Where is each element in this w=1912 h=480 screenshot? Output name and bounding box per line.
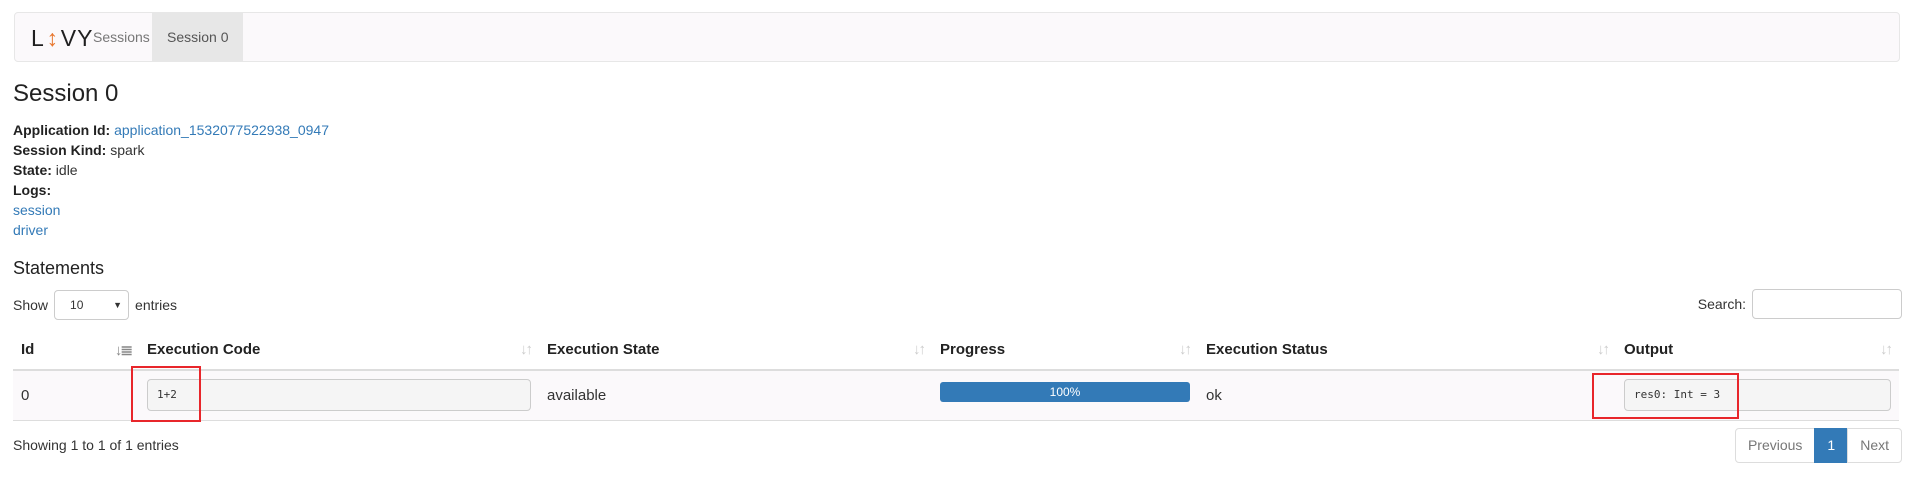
search-control: Search: bbox=[1698, 288, 1902, 320]
cell-id: 0 bbox=[13, 370, 139, 421]
log-link-driver[interactable]: driver bbox=[13, 222, 48, 238]
cell-execution-state: available bbox=[539, 370, 932, 421]
progress-bar: 100% bbox=[940, 382, 1190, 403]
search-input[interactable] bbox=[1752, 289, 1902, 319]
output-text: res0: Int = 3 bbox=[1634, 388, 1721, 402]
cell-output: res0: Int = 3 bbox=[1616, 370, 1899, 421]
table-info: Showing 1 to 1 of 1 entries bbox=[13, 437, 179, 453]
page-title: Session 0 bbox=[13, 80, 119, 107]
pagination-page-1[interactable]: 1 bbox=[1814, 428, 1849, 463]
column-header-label: Execution Status bbox=[1206, 341, 1328, 358]
cell-progress: 100% bbox=[932, 370, 1198, 421]
column-header-label: Execution Code bbox=[147, 341, 261, 358]
progress-bar-fill: 100% bbox=[940, 382, 1190, 403]
sort-icon: ↓↑ bbox=[520, 341, 533, 358]
session-info: Application Id: application_153207752293… bbox=[13, 120, 329, 240]
state-value: idle bbox=[55, 162, 78, 178]
pagination: Previous 1 Next bbox=[1734, 428, 1902, 463]
search-label: Search: bbox=[1697, 296, 1746, 312]
session-kind-label: Session Kind: bbox=[13, 142, 107, 158]
statements-heading: Statements bbox=[13, 258, 105, 278]
chevron-down-icon: ▼ bbox=[113, 300, 123, 310]
column-header-label: Progress bbox=[940, 341, 1006, 358]
sort-asc-icon: ↓≣ bbox=[114, 342, 133, 359]
show-label: Show bbox=[13, 297, 49, 313]
column-header-execution-state[interactable]: Execution State ↓↑ bbox=[539, 330, 932, 371]
entries-length-control: Show 10 ▼ entries bbox=[13, 290, 177, 320]
log-link-session[interactable]: session bbox=[13, 202, 60, 218]
column-header-label: Execution State bbox=[547, 341, 660, 358]
column-header-execution-status[interactable]: Execution Status ↓↑ bbox=[1198, 330, 1616, 371]
cell-execution-status: ok bbox=[1198, 370, 1616, 421]
table-row: 0 1+2 available 100% ok res0: Int = 3 bbox=[13, 370, 1899, 421]
output-box[interactable]: res0: Int = 3 bbox=[1624, 379, 1891, 412]
logo-arrow-icon: ↕ bbox=[46, 24, 60, 51]
session-kind-value: spark bbox=[110, 142, 145, 158]
application-id-link[interactable]: application_1532077522938_0947 bbox=[114, 122, 329, 138]
column-header-label: Output bbox=[1624, 341, 1674, 358]
sort-icon: ↓↑ bbox=[1597, 341, 1610, 358]
statements-table: Id ↓≣ Execution Code ↓↑ Execution State ↓↑ … bbox=[13, 330, 1899, 421]
application-id-label: Application Id: bbox=[13, 122, 111, 138]
column-header-id[interactable]: Id ↓≣ bbox=[13, 330, 139, 371]
column-header-label: Id bbox=[21, 341, 35, 358]
sort-icon: ↓↑ bbox=[913, 341, 926, 358]
execution-code-box[interactable]: 1+2 bbox=[147, 379, 531, 412]
execution-code-text: 1+2 bbox=[157, 388, 177, 402]
sort-icon: ↓↑ bbox=[1179, 341, 1192, 358]
pagination-next[interactable]: Next bbox=[1847, 428, 1902, 463]
nav-session-0[interactable]: Session 0 bbox=[152, 13, 244, 61]
column-header-progress[interactable]: Progress ↓↑ bbox=[932, 330, 1198, 371]
logs-label: Logs: bbox=[13, 182, 52, 198]
cell-execution-code: 1+2 bbox=[139, 370, 539, 421]
state-label: State: bbox=[13, 162, 52, 178]
entries-select[interactable]: 10 ▼ bbox=[54, 290, 130, 320]
logo-letter-l: L bbox=[31, 24, 45, 51]
column-header-execution-code[interactable]: Execution Code ↓↑ bbox=[139, 330, 539, 371]
table-header-row: Id ↓≣ Execution Code ↓↑ Execution State ↓↑ … bbox=[13, 330, 1899, 371]
navbar: L ↕ VY Sessions Session 0 bbox=[14, 12, 1900, 62]
column-header-output[interactable]: Output ↓↑ bbox=[1616, 330, 1899, 371]
entries-select-value: 10 bbox=[70, 298, 84, 312]
pagination-previous[interactable]: Previous bbox=[1734, 428, 1816, 463]
entries-label: entries bbox=[135, 297, 178, 313]
sort-icon: ↓↑ bbox=[1880, 341, 1893, 358]
